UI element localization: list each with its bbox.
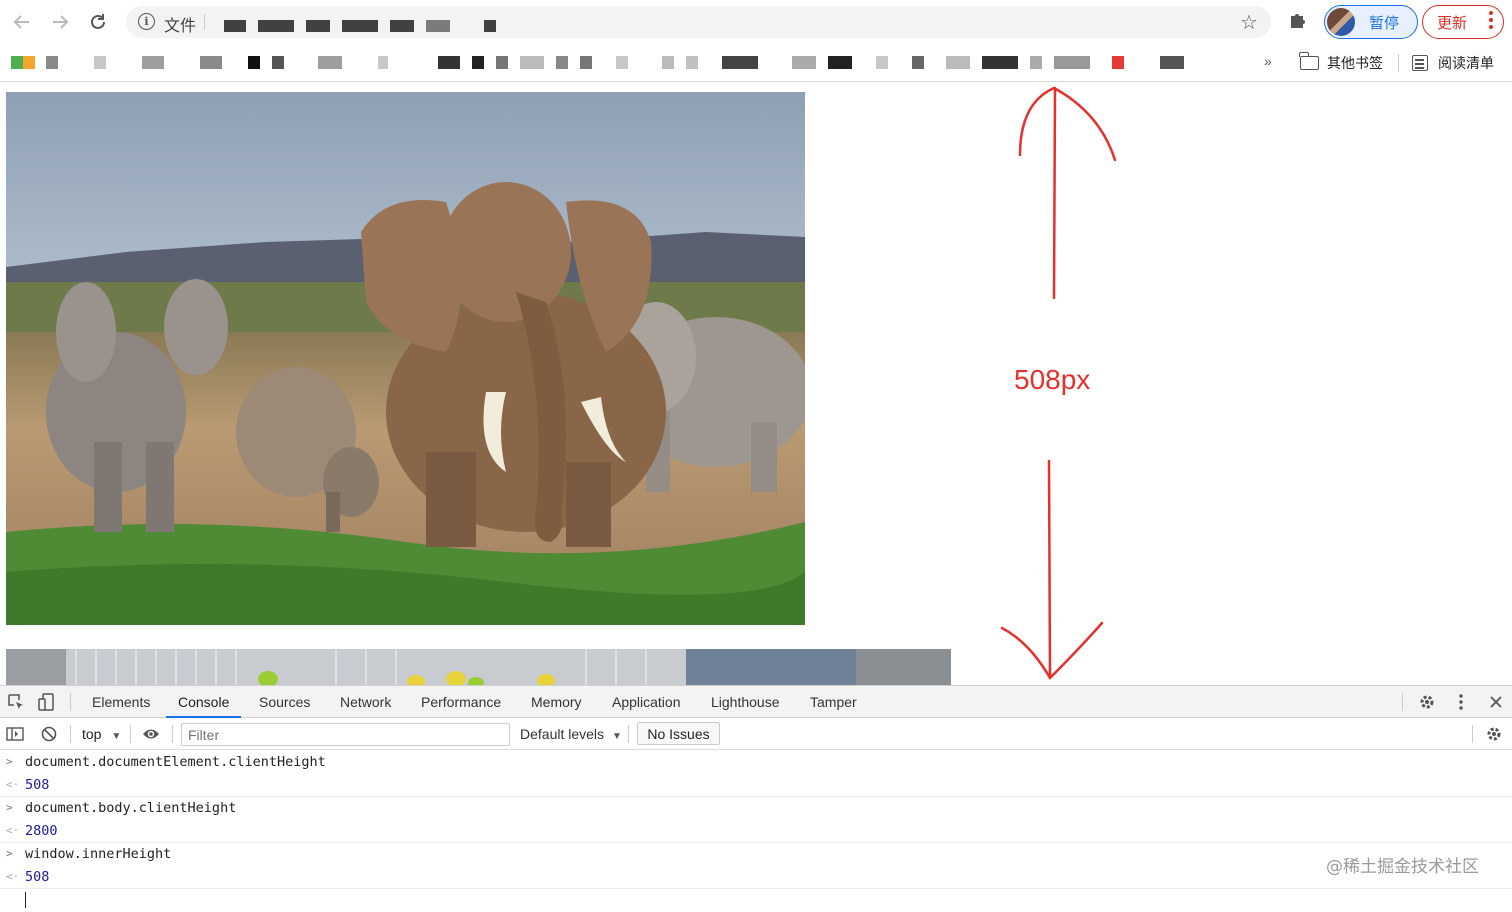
prompt-chevron-icon: >	[6, 847, 13, 860]
tab-tamper[interactable]: Tamper	[810, 686, 857, 718]
toolbar-divider	[130, 725, 131, 743]
console-prompt[interactable]	[0, 889, 1512, 912]
omnibox-security-label: 文件	[164, 16, 197, 35]
console-result-row: <· 508	[0, 866, 1512, 889]
arrow-down-icon	[1000, 459, 1104, 681]
console-result: 508	[25, 869, 50, 885]
result-chevron-icon: <·	[6, 824, 20, 837]
inspect-element-icon[interactable]	[7, 693, 25, 711]
toolbar-divider	[70, 725, 71, 743]
reading-list-icon	[1412, 55, 1428, 71]
tab-lighthouse[interactable]: Lighthouse	[711, 686, 780, 718]
browser-toolbar: i 文件 ☆ 暂停 更新	[0, 0, 1512, 44]
sidebar-toggle-icon[interactable]	[6, 725, 24, 743]
context-label: top	[82, 726, 102, 742]
reading-list-button[interactable]: 阅读清单	[1412, 53, 1494, 73]
reload-icon	[91, 14, 105, 29]
folder-icon	[1299, 52, 1319, 70]
dropdown-triangle-icon: ▼	[611, 731, 622, 742]
devtools-tabbar: Elements Console Sources Network Perform…	[0, 686, 1512, 718]
toolbar-divider	[628, 725, 629, 743]
console-input-row: > document.documentElement.clientHeight	[0, 751, 1512, 774]
close-icon[interactable]	[1487, 693, 1505, 711]
avatar	[1327, 8, 1355, 36]
height-annotation: 508px	[1014, 364, 1091, 395]
console-result: 2800	[25, 823, 58, 839]
tab-network[interactable]: Network	[340, 686, 391, 718]
more-vertical-icon[interactable]	[1452, 693, 1470, 711]
context-selector[interactable]: top ▼	[82, 726, 121, 742]
prompt-chevron-icon: >	[6, 801, 13, 814]
result-chevron-icon: <·	[6, 778, 20, 791]
profile-status-label: 暂停	[1369, 14, 1400, 32]
dropdown-triangle-icon: ▼	[111, 731, 122, 742]
console-toolbar: top ▼ Default levels ▼ No Issues	[0, 718, 1512, 750]
console-result: 508	[25, 777, 50, 793]
toolbar-divider	[1472, 725, 1473, 743]
bookmarks-bar: » 其他书签 阅读清单	[0, 44, 1512, 82]
console-filter-input[interactable]	[181, 723, 510, 746]
console-result-row: <· 2800	[0, 820, 1512, 843]
arrow-up-icon	[1018, 86, 1117, 300]
device-toolbar-icon[interactable]	[38, 693, 56, 711]
result-chevron-icon: <·	[6, 870, 20, 883]
reading-list-label: 阅读清单	[1438, 56, 1494, 72]
omnibox-divider	[204, 14, 205, 30]
console-command: window.innerHeight	[25, 846, 172, 862]
text-caret	[25, 892, 26, 908]
watermark: @稀土掘金技术社区	[1326, 857, 1479, 877]
console-command: document.body.clientHeight	[25, 800, 237, 816]
console-result-row: <· 508	[0, 774, 1512, 797]
toolbar-divider	[172, 725, 173, 743]
log-levels-label: Default levels	[520, 726, 605, 742]
prompt-chevron-icon: >	[6, 755, 13, 768]
more-bookmarks-chevron[interactable]: »	[1264, 53, 1272, 69]
console-input-row: > document.body.clientHeight	[0, 797, 1512, 820]
info-icon[interactable]: i	[138, 13, 155, 30]
tabbar-divider	[70, 693, 71, 711]
tabbar-divider	[1402, 693, 1403, 711]
tab-memory[interactable]: Memory	[531, 686, 582, 718]
elephants-photo	[6, 92, 805, 625]
bookmark-star-icon[interactable]: ☆	[1240, 10, 1258, 35]
log-levels-dropdown[interactable]: Default levels ▼	[520, 726, 622, 742]
other-bookmarks-label: 其他书签	[1327, 56, 1383, 72]
console-command: document.documentElement.clientHeight	[25, 754, 326, 770]
other-bookmarks-folder[interactable]: 其他书签	[1299, 52, 1383, 73]
parrot-cage-photo	[6, 649, 951, 685]
extensions-puzzle-icon[interactable]	[1288, 10, 1308, 30]
back-button[interactable]	[9, 9, 35, 35]
eye-icon[interactable]	[142, 725, 160, 743]
tab-performance[interactable]: Performance	[421, 686, 501, 718]
tab-application[interactable]: Application	[612, 686, 681, 718]
issues-button[interactable]: No Issues	[637, 722, 720, 745]
arrow-right-icon	[53, 15, 69, 29]
tab-console[interactable]: Console	[166, 686, 242, 718]
arrow-left-icon	[13, 15, 29, 29]
forward-button[interactable]	[47, 9, 73, 35]
console-settings-gear-icon[interactable]	[1485, 725, 1503, 743]
address-bar[interactable]: i 文件 ☆	[126, 6, 1271, 38]
tab-sources[interactable]: Sources	[259, 686, 310, 718]
bookmarks-divider	[1398, 54, 1399, 72]
more-vertical-icon	[1489, 11, 1493, 32]
update-button[interactable]: 更新	[1422, 5, 1504, 39]
tab-elements[interactable]: Elements	[92, 686, 150, 718]
profile-button[interactable]: 暂停	[1324, 5, 1418, 39]
update-label: 更新	[1437, 14, 1468, 32]
console-input-row: > window.innerHeight	[0, 843, 1512, 866]
clear-console-icon[interactable]	[40, 725, 58, 743]
page-viewport: 508px	[0, 83, 1512, 685]
console-output[interactable]: > document.documentElement.clientHeight …	[0, 751, 1512, 912]
reload-button[interactable]	[85, 9, 111, 35]
settings-gear-icon[interactable]	[1418, 693, 1436, 711]
devtools-panel: Elements Console Sources Network Perform…	[0, 685, 1512, 908]
